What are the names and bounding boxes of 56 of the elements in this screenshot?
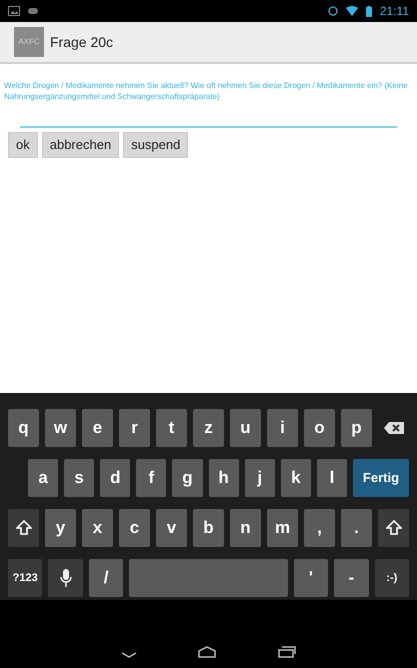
keyboard-key[interactable]: s xyxy=(64,459,94,497)
microphone-key[interactable] xyxy=(48,559,83,597)
keyboard-key[interactable]: , xyxy=(304,509,335,547)
microphone-icon xyxy=(60,569,72,587)
keyboard-key[interactable]: g xyxy=(172,459,203,497)
keyboard-key[interactable]: :-) xyxy=(374,559,410,597)
keyboard-key[interactable]: p xyxy=(341,409,372,447)
keyboard-key[interactable]: c xyxy=(119,509,150,547)
picture-icon xyxy=(8,6,20,16)
keyboard-key[interactable]: q xyxy=(8,409,39,447)
home-icon[interactable] xyxy=(198,646,216,658)
keyboard-key[interactable]: f xyxy=(136,459,166,497)
keyboard-key[interactable]: k xyxy=(280,459,311,497)
keyboard-key[interactable]: i xyxy=(267,409,298,447)
action-button[interactable]: ok xyxy=(8,132,38,158)
keyboard-key[interactable]: b xyxy=(193,509,224,547)
keyboard-key[interactable]: d xyxy=(100,459,130,497)
keyboard-key[interactable]: w xyxy=(45,409,76,447)
action-button[interactable]: abbrechen xyxy=(42,132,120,158)
keyboard-key[interactable]: t xyxy=(156,409,187,447)
back-icon[interactable] xyxy=(120,652,137,658)
action-button[interactable]: suspend xyxy=(123,132,188,158)
shift-icon xyxy=(16,520,32,536)
shift-key[interactable] xyxy=(378,509,409,547)
screen-title: Frage 20c xyxy=(50,32,114,52)
keyboard-key[interactable]: v xyxy=(156,509,187,547)
shift-key[interactable] xyxy=(8,509,39,547)
battery-icon xyxy=(366,6,372,16)
keyboard-key[interactable]: j xyxy=(244,459,275,497)
clock: 21:11 xyxy=(380,3,409,20)
keyboard-key[interactable]: y xyxy=(45,509,76,547)
keyboard-key[interactable]: - xyxy=(334,559,369,597)
keyboard-key[interactable]: o xyxy=(304,409,335,447)
game-controller-icon xyxy=(28,8,38,14)
keyboard-key[interactable]: u xyxy=(230,409,261,447)
done-key[interactable]: Fertig xyxy=(352,459,409,497)
wifi-icon xyxy=(346,6,358,16)
question-text: Welche Drogen / Medikamente nehmen Sie aktuell? Wie oft nehmen Sie diese Drogen / Medikamente ein? (Keine Nahrungsergänzungsmittel und Schwangerschaftspräparate) xyxy=(3,80,409,102)
keyboard-key[interactable]: . xyxy=(341,509,372,547)
keyboard-key[interactable]: ' xyxy=(294,559,328,597)
keyboard-key[interactable]: x xyxy=(82,509,113,547)
keyboard-key[interactable]: z xyxy=(193,409,224,447)
keyboard-key[interactable]: a xyxy=(28,459,58,497)
shift-icon xyxy=(386,520,402,536)
keyboard-key[interactable]: n xyxy=(230,509,261,547)
keyboard-key[interactable]: r xyxy=(119,409,150,447)
keyboard-key[interactable]: m xyxy=(267,509,298,547)
keyboard-key[interactable]: e xyxy=(82,409,113,447)
recent-apps-icon[interactable] xyxy=(278,646,296,658)
app-logo: AXFC xyxy=(14,27,44,57)
alarm-icon xyxy=(328,6,338,16)
keyboard-key[interactable]: h xyxy=(208,459,239,497)
keyboard-key[interactable]: l xyxy=(316,459,347,497)
backspace-icon xyxy=(384,422,404,434)
keyboard-key[interactable]: ?123 xyxy=(8,559,42,597)
keyboard-key[interactable]: / xyxy=(88,559,124,597)
